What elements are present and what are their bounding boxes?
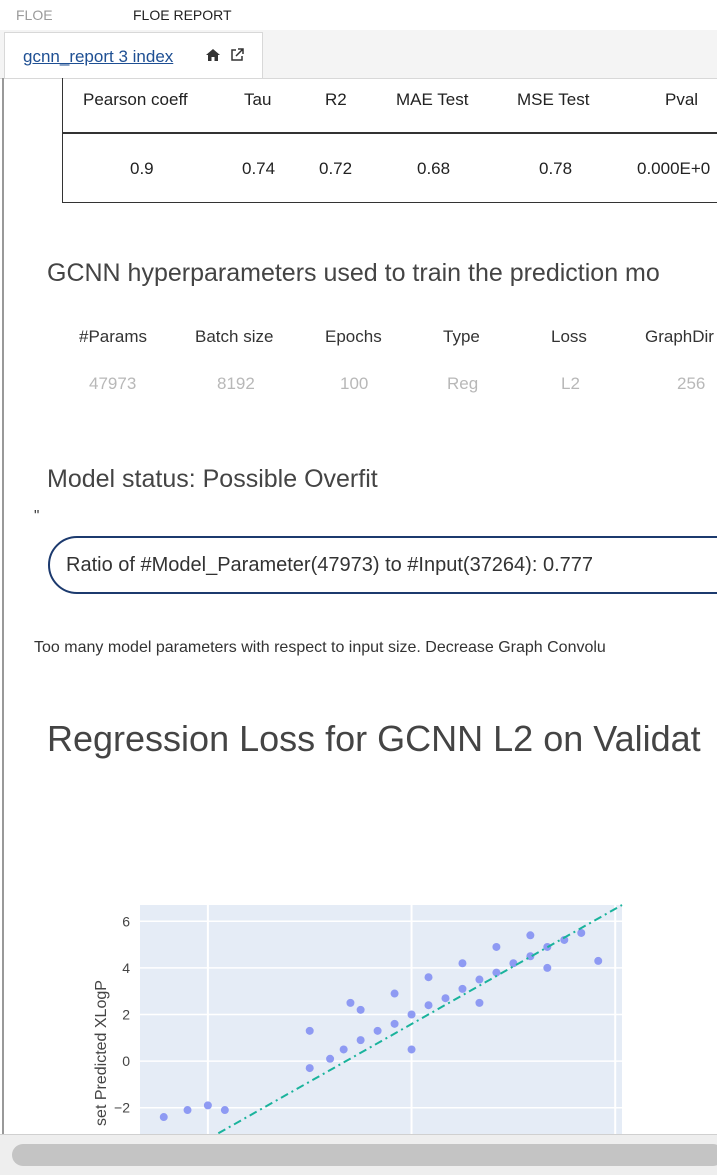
metrics-header: R2 [325, 90, 347, 109]
metrics-header: MAE Test [396, 90, 469, 109]
y-tick-label: 2 [122, 1007, 130, 1023]
stray-quote: " [34, 507, 40, 524]
y-tick-label: 0 [122, 1053, 130, 1069]
report-content: Pearson coeff Tau R2 MAE Test MSE Test P… [4, 78, 717, 1134]
scatter-point [220, 1106, 229, 1115]
scatter-point [339, 1045, 348, 1054]
ratio-callout: Ratio of #Model_Parameter(47973) to #Inp… [48, 536, 717, 594]
scatter-point [373, 1026, 382, 1035]
overfit-warning: Too many model parameters with respect t… [34, 639, 606, 656]
hyper-value: 47973 [89, 374, 137, 393]
y-tick-label: 6 [122, 913, 130, 929]
y-tick-label: −2 [114, 1100, 130, 1116]
scatter-point [509, 959, 518, 968]
scatter-point [526, 931, 535, 940]
scatter-point [407, 1010, 416, 1019]
hyper-header: Type [443, 327, 480, 346]
scatter-point [424, 1001, 433, 1010]
hyper-header: Loss [551, 327, 587, 346]
hyper-header: Epochs [325, 327, 382, 346]
metrics-value: 0.78 [539, 159, 573, 178]
metrics-header: MSE Test [517, 90, 590, 109]
brand-label: FLOE [16, 7, 53, 23]
scatter-point [305, 1064, 314, 1073]
hyper-value: 100 [340, 374, 369, 393]
top-bar: FLOE FLOE REPORT [0, 0, 717, 30]
hyper-value: Reg [447, 374, 479, 393]
report-title: FLOE REPORT [133, 7, 232, 23]
report-frame: Pearson coeff Tau R2 MAE Test MSE Test P… [2, 78, 717, 1134]
regression-scatter-plot: 6 4 2 0 −2 set Predicted XLogP [93, 904, 623, 1134]
hyperparameters-title: GCNN hyperparameters used to train the p… [47, 259, 660, 287]
scatter-point [458, 959, 467, 968]
y-tick-labels: 6 4 2 0 −2 [114, 913, 130, 1115]
scatter-point [594, 956, 603, 965]
hyper-value: 256 [677, 374, 706, 393]
hyper-header: #Params [79, 327, 148, 346]
metrics-value: 0.68 [417, 159, 451, 178]
metrics-table: Pearson coeff Tau R2 MAE Test MSE Test P… [62, 78, 717, 203]
tab-bar: gcnn_report 3 index [0, 30, 717, 79]
hyper-header: Batch size [195, 327, 274, 346]
scatter-point [159, 1113, 168, 1122]
metrics-header-rule [63, 132, 717, 134]
scatter-point [543, 963, 552, 972]
scatter-point [390, 1019, 399, 1028]
scatter-point [356, 1005, 365, 1014]
y-tick-label: 4 [122, 960, 130, 976]
scatter-point [346, 998, 355, 1007]
hyper-value: L2 [561, 374, 580, 393]
metrics-header: Tau [244, 90, 272, 109]
metrics-header: Pval [665, 90, 699, 109]
scatter-point [441, 994, 450, 1003]
scatter-point [577, 928, 586, 937]
metrics-value: 0.74 [242, 159, 276, 178]
scatter-point [183, 1106, 192, 1115]
tab-label-link[interactable]: gcnn_report 3 index [23, 47, 173, 67]
plot-area [140, 905, 622, 1134]
scatter-point [305, 1026, 314, 1035]
scatter-point [407, 1045, 416, 1054]
y-axis-label: set Predicted XLogP [93, 980, 110, 1126]
metrics-value: 0.000E+0 [637, 159, 711, 178]
scatter-point [326, 1054, 335, 1063]
scatter-point [475, 998, 484, 1007]
tab-report-index[interactable]: gcnn_report 3 index [4, 32, 263, 78]
hyper-value: 8192 [217, 374, 255, 393]
horizontal-scrollbar[interactable] [0, 1134, 717, 1175]
model-status-title: Model status: Possible Overfit [47, 465, 378, 493]
scatter-point [203, 1101, 212, 1110]
metrics-header: Pearson coeff [83, 90, 188, 109]
ratio-text: Ratio of #Model_Parameter(47973) to #Inp… [66, 554, 594, 576]
regression-loss-title: Regression Loss for GCNN L2 on Validat [47, 718, 701, 759]
scatter-point [390, 989, 399, 998]
scatter-point [424, 973, 433, 982]
external-link-icon[interactable] [229, 47, 245, 63]
scatter-point [475, 975, 484, 984]
scatter-point [492, 942, 501, 951]
scrollbar-thumb[interactable] [12, 1144, 717, 1166]
metrics-value: 0.72 [319, 159, 353, 178]
scatter-point [458, 984, 467, 993]
hyper-header: GraphDir [645, 327, 714, 346]
scatter-point [356, 1036, 365, 1045]
metrics-value: 0.9 [130, 159, 154, 178]
home-icon[interactable] [205, 47, 221, 63]
